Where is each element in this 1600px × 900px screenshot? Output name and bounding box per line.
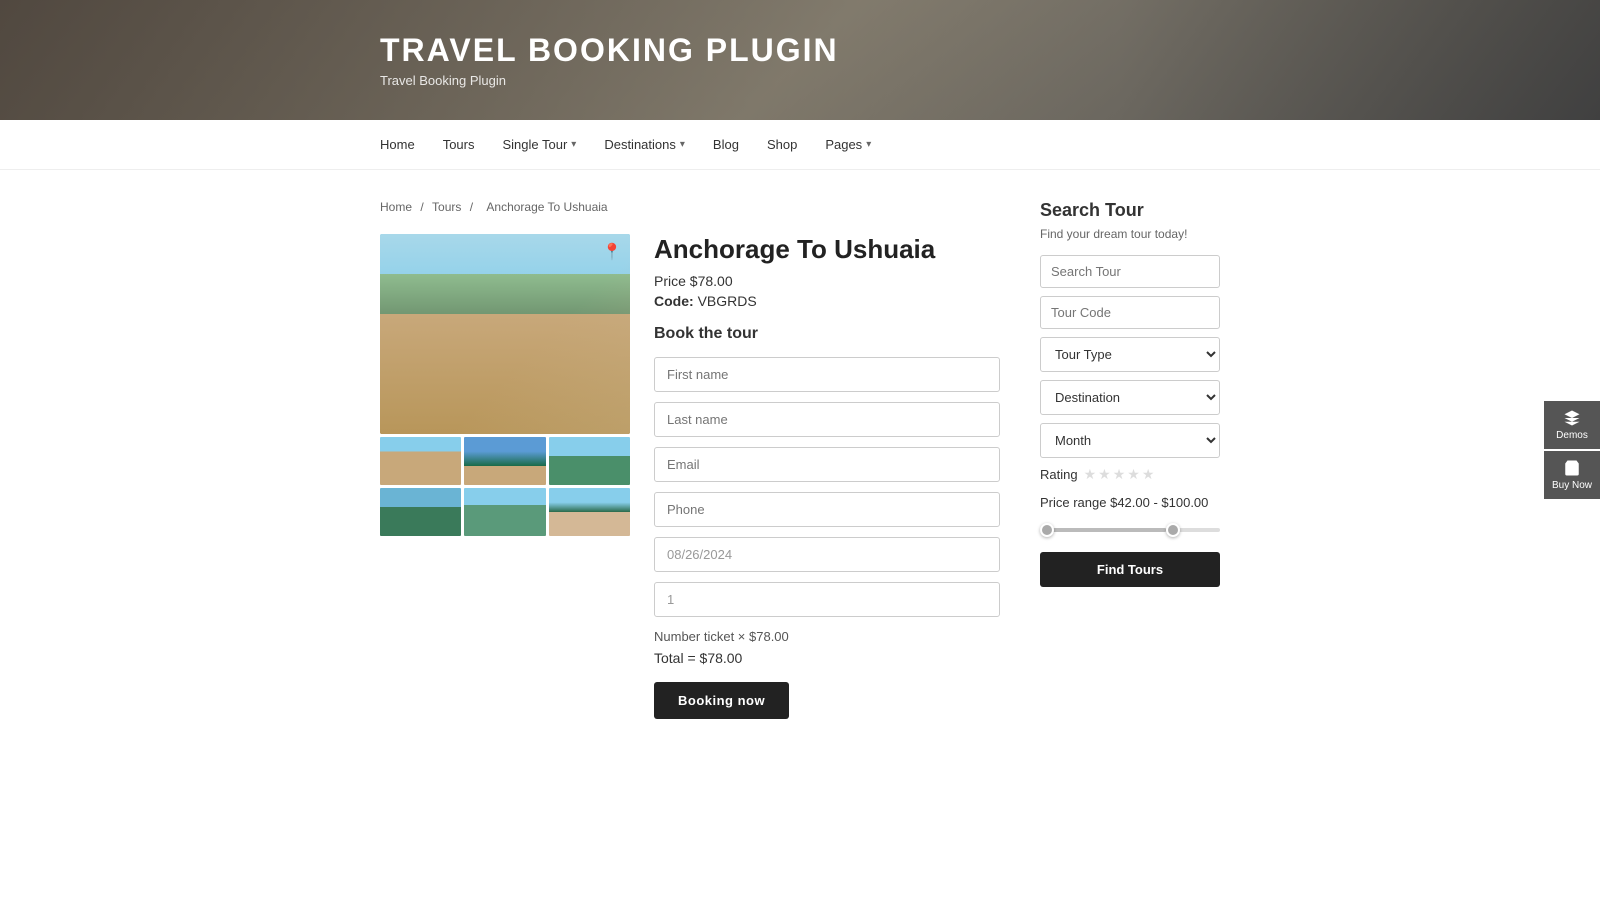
- site-title: TRAVEL BOOKING PLUGIN: [380, 32, 839, 69]
- nav-blog[interactable]: Blog: [713, 137, 739, 152]
- nav-pages[interactable]: Pages ▾: [825, 137, 871, 152]
- thumbnail-1[interactable]: [380, 437, 461, 485]
- main-nav: Home Tours Single Tour ▾ Destinations ▾ …: [0, 120, 1600, 170]
- total-info: Total = $78.00: [654, 650, 1000, 666]
- tour-type-select[interactable]: Tour Type Adventure Cultural Relaxation: [1040, 337, 1220, 372]
- image-overlay: [380, 234, 630, 434]
- thumbnail-2[interactable]: [464, 437, 545, 485]
- search-tour-input[interactable]: [1040, 255, 1220, 288]
- floating-action-buttons: Demos Buy Now: [1544, 401, 1600, 499]
- star-2[interactable]: ★: [1098, 466, 1111, 483]
- tour-main-section: 📍 Anchorage To Ushuaia Price $78.00: [380, 234, 1000, 719]
- hero-content: TRAVEL BOOKING PLUGIN Travel Booking Plu…: [380, 32, 839, 88]
- tour-code-value: VBGRDS: [698, 293, 757, 309]
- quantity-input[interactable]: [654, 582, 1000, 617]
- star-3[interactable]: ★: [1113, 466, 1126, 483]
- email-input[interactable]: [654, 447, 1000, 482]
- cart-icon: [1563, 459, 1581, 477]
- breadcrumb-current: Anchorage To Ushuaia: [486, 200, 607, 214]
- rating-label: Rating: [1040, 467, 1078, 482]
- ticket-info: Number ticket × $78.00: [654, 629, 1000, 644]
- thumbnail-6[interactable]: [549, 488, 630, 536]
- nav-shop[interactable]: Shop: [767, 137, 797, 152]
- search-title: Search Tour: [1040, 200, 1220, 221]
- month-select[interactable]: Month January February March April May J…: [1040, 423, 1220, 458]
- booking-button[interactable]: Booking now: [654, 682, 789, 719]
- tour-price: Price $78.00: [654, 273, 1000, 289]
- tour-code: Code: VBGRDS: [654, 293, 1000, 309]
- price-range-slider[interactable]: [1040, 520, 1220, 540]
- range-fill: [1040, 528, 1166, 532]
- search-subtitle: Find your dream tour today!: [1040, 227, 1220, 241]
- nav-tours[interactable]: Tours: [443, 137, 475, 152]
- rating-filter: Rating ★ ★ ★ ★ ★: [1040, 466, 1220, 483]
- nav-home[interactable]: Home: [380, 137, 415, 152]
- star-4[interactable]: ★: [1127, 466, 1140, 483]
- search-panel: Search Tour Find your dream tour today! …: [1040, 200, 1220, 587]
- price-range-label: Price range $42.00 - $100.00: [1040, 495, 1220, 510]
- hero-section: TRAVEL BOOKING PLUGIN Travel Booking Plu…: [0, 0, 1600, 120]
- date-input[interactable]: [654, 537, 1000, 572]
- breadcrumb-sep-1: /: [420, 200, 427, 214]
- first-name-input[interactable]: [654, 357, 1000, 392]
- range-handle-right[interactable]: [1166, 523, 1180, 537]
- last-name-input[interactable]: [654, 402, 1000, 437]
- tour-detail: Anchorage To Ushuaia Price $78.00 Code: …: [654, 234, 1000, 719]
- star-rating[interactable]: ★ ★ ★ ★ ★: [1084, 466, 1155, 483]
- tour-code-input[interactable]: [1040, 296, 1220, 329]
- range-handle-left[interactable]: [1040, 523, 1054, 537]
- gallery-main-image[interactable]: 📍: [380, 234, 630, 434]
- chevron-down-icon: ▾: [680, 139, 685, 150]
- layers-icon: [1563, 409, 1581, 427]
- breadcrumb-home[interactable]: Home: [380, 200, 412, 214]
- map-pin-icon: 📍: [602, 242, 622, 262]
- nav-single-tour[interactable]: Single Tour ▾: [502, 137, 576, 152]
- thumbnail-3[interactable]: [549, 437, 630, 485]
- left-column: Home / Tours / Anchorage To Ushuaia 📍: [380, 200, 1000, 719]
- star-1[interactable]: ★: [1084, 466, 1097, 483]
- thumbnail-4[interactable]: [380, 488, 461, 536]
- chevron-down-icon: ▾: [866, 139, 871, 150]
- range-track: [1040, 528, 1220, 532]
- demos-button[interactable]: Demos: [1544, 401, 1600, 449]
- breadcrumb-tours[interactable]: Tours: [432, 200, 461, 214]
- gallery-thumbnails: [380, 437, 630, 536]
- find-tours-button[interactable]: Find Tours: [1040, 552, 1220, 587]
- nav-destinations[interactable]: Destinations ▾: [604, 137, 685, 152]
- page-content: Home / Tours / Anchorage To Ushuaia 📍: [0, 170, 1600, 749]
- destination-select[interactable]: Destination Europe Asia Americas Africa: [1040, 380, 1220, 415]
- site-subtitle: Travel Booking Plugin: [380, 73, 839, 88]
- star-5[interactable]: ★: [1142, 466, 1155, 483]
- tour-gallery: 📍: [380, 234, 630, 536]
- buy-now-button[interactable]: Buy Now: [1544, 451, 1600, 499]
- phone-input[interactable]: [654, 492, 1000, 527]
- book-section-title: Book the tour: [654, 325, 1000, 343]
- tour-price-value: $78.00: [690, 273, 733, 289]
- breadcrumb: Home / Tours / Anchorage To Ushuaia: [380, 200, 1000, 214]
- thumbnail-5[interactable]: [464, 488, 545, 536]
- chevron-down-icon: ▾: [571, 139, 576, 150]
- breadcrumb-sep-2: /: [470, 200, 477, 214]
- tour-title: Anchorage To Ushuaia: [654, 234, 1000, 265]
